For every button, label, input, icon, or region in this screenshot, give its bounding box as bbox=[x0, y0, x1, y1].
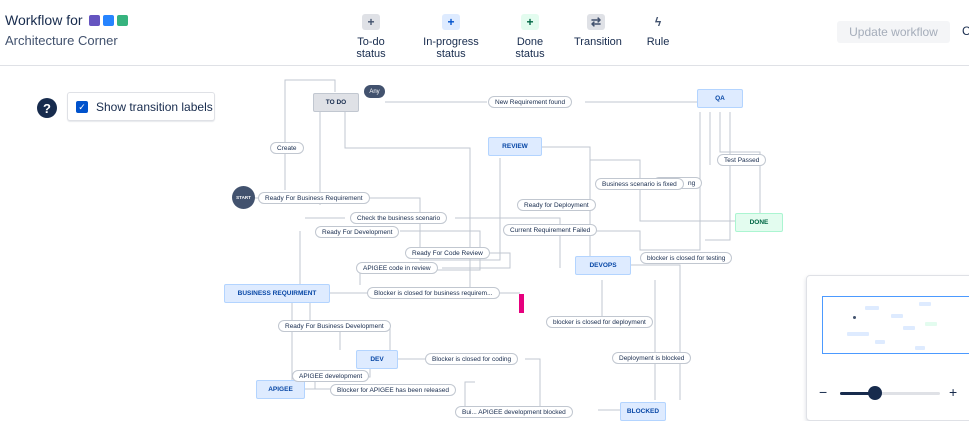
transition-label[interactable]: Ready For Development bbox=[315, 226, 400, 238]
transition-label[interactable]: Check the business scenario bbox=[350, 212, 448, 224]
workflow-header: Workflow for Architecture Corner + To-do… bbox=[0, 0, 969, 66]
minimap-node bbox=[865, 306, 879, 310]
blue-badge-icon bbox=[102, 14, 114, 26]
status-devops[interactable]: DEVOPS bbox=[575, 256, 631, 275]
show-transition-labels-checkbox[interactable]: ✓ Show transition labels bbox=[67, 92, 215, 121]
tool-label: To-do status bbox=[356, 36, 386, 60]
project-name: Architecture Corner bbox=[5, 33, 118, 48]
transition-label[interactable]: APIGEE development bbox=[292, 370, 370, 382]
minimap-node bbox=[875, 340, 885, 344]
status-todo[interactable]: TO DO bbox=[313, 93, 359, 112]
status-business-requirment[interactable]: BUSINESS REQUIRMENT bbox=[224, 284, 330, 303]
tool-label: Done status bbox=[515, 36, 545, 60]
transition-label[interactable]: blocker is closed for deployment bbox=[546, 316, 653, 328]
tool-label: Rule bbox=[646, 36, 670, 48]
tool-label: In-progress status bbox=[423, 36, 479, 60]
workflow-title: Workflow for bbox=[5, 12, 128, 28]
add-done-status-button[interactable]: + Done status bbox=[504, 14, 556, 60]
minimap-node bbox=[891, 314, 903, 318]
transition-label[interactable]: Ready For Business Development bbox=[278, 320, 391, 332]
transition-label[interactable]: Ready for Deployment bbox=[517, 199, 596, 211]
status-review[interactable]: REVIEW bbox=[488, 137, 542, 156]
purple-badge-icon bbox=[88, 14, 100, 26]
transition-label[interactable]: Bui... APIGEE development blocked bbox=[455, 406, 573, 418]
plus-icon: + bbox=[521, 14, 539, 30]
minimap-node bbox=[847, 332, 869, 336]
transition-label[interactable]: Current Requirement Failed bbox=[503, 224, 598, 236]
plus-icon: + bbox=[362, 14, 380, 30]
status-qa[interactable]: QA bbox=[697, 89, 743, 108]
transition-label[interactable]: Test Passed bbox=[717, 154, 767, 166]
checkmark-icon: ✓ bbox=[76, 100, 88, 113]
green-badge-icon bbox=[116, 14, 128, 26]
minimap-node bbox=[925, 322, 937, 326]
plus-icon: + bbox=[442, 14, 460, 30]
help-icon[interactable]: ? bbox=[37, 98, 57, 118]
add-rule-button[interactable]: ϟ Rule bbox=[640, 14, 676, 48]
transition-label[interactable]: Blocker is closed for business requirem.… bbox=[367, 287, 500, 299]
tool-label: Transition bbox=[574, 36, 622, 48]
minimap-node bbox=[903, 326, 915, 330]
transition-label[interactable]: Create bbox=[270, 142, 304, 154]
zoom-slider-handle[interactable] bbox=[868, 386, 882, 400]
minimap-panel[interactable]: − + bbox=[806, 275, 969, 421]
add-todo-status-button[interactable]: + To-do status bbox=[346, 14, 396, 60]
transition-icon: ⇄ bbox=[587, 14, 605, 30]
start-node[interactable]: START bbox=[232, 186, 255, 209]
status-apigee[interactable]: APIGEE bbox=[256, 380, 305, 399]
add-in-progress-status-button[interactable]: + In-progress status bbox=[411, 14, 491, 60]
minimap-node bbox=[919, 302, 931, 306]
transition-label[interactable]: Deployment is blocked bbox=[612, 352, 692, 364]
transition-label[interactable]: Blocker is closed for coding bbox=[425, 353, 519, 365]
status-blocked[interactable]: BLOCKED bbox=[620, 402, 666, 421]
workflow-title-text: Workflow for bbox=[5, 12, 83, 28]
transition-label[interactable]: Ready For Business Requirement bbox=[258, 192, 370, 204]
zoom-in-icon[interactable]: + bbox=[949, 384, 957, 400]
any-node[interactable]: Any bbox=[364, 85, 385, 98]
update-workflow-button[interactable]: Update workflow bbox=[837, 21, 950, 43]
show-transition-labels-label: Show transition labels bbox=[96, 99, 213, 114]
transition-label[interactable]: Blocker for APIGEE has been released bbox=[330, 384, 457, 396]
minimap-node bbox=[853, 316, 856, 319]
transition-label[interactable]: Ready For Code Review bbox=[405, 247, 490, 259]
transition-label[interactable]: New Requirement found bbox=[488, 96, 573, 108]
status-done[interactable]: DONE bbox=[735, 213, 783, 232]
add-transition-button[interactable]: ⇄ Transition bbox=[574, 14, 622, 48]
pink-marker bbox=[519, 294, 524, 313]
cut-off-text: C bbox=[962, 24, 969, 38]
transition-label[interactable]: blocker is closed for testing bbox=[640, 252, 733, 264]
zoom-out-icon[interactable]: − bbox=[819, 384, 827, 400]
transition-label[interactable]: APIGEE code in review bbox=[356, 262, 438, 274]
transition-label[interactable]: Business scenario is fixed bbox=[595, 178, 684, 190]
lightning-icon: ϟ bbox=[654, 15, 662, 29]
minimap-viewport[interactable] bbox=[822, 296, 969, 354]
status-dev[interactable]: DEV bbox=[356, 350, 398, 369]
minimap-node bbox=[915, 346, 925, 350]
